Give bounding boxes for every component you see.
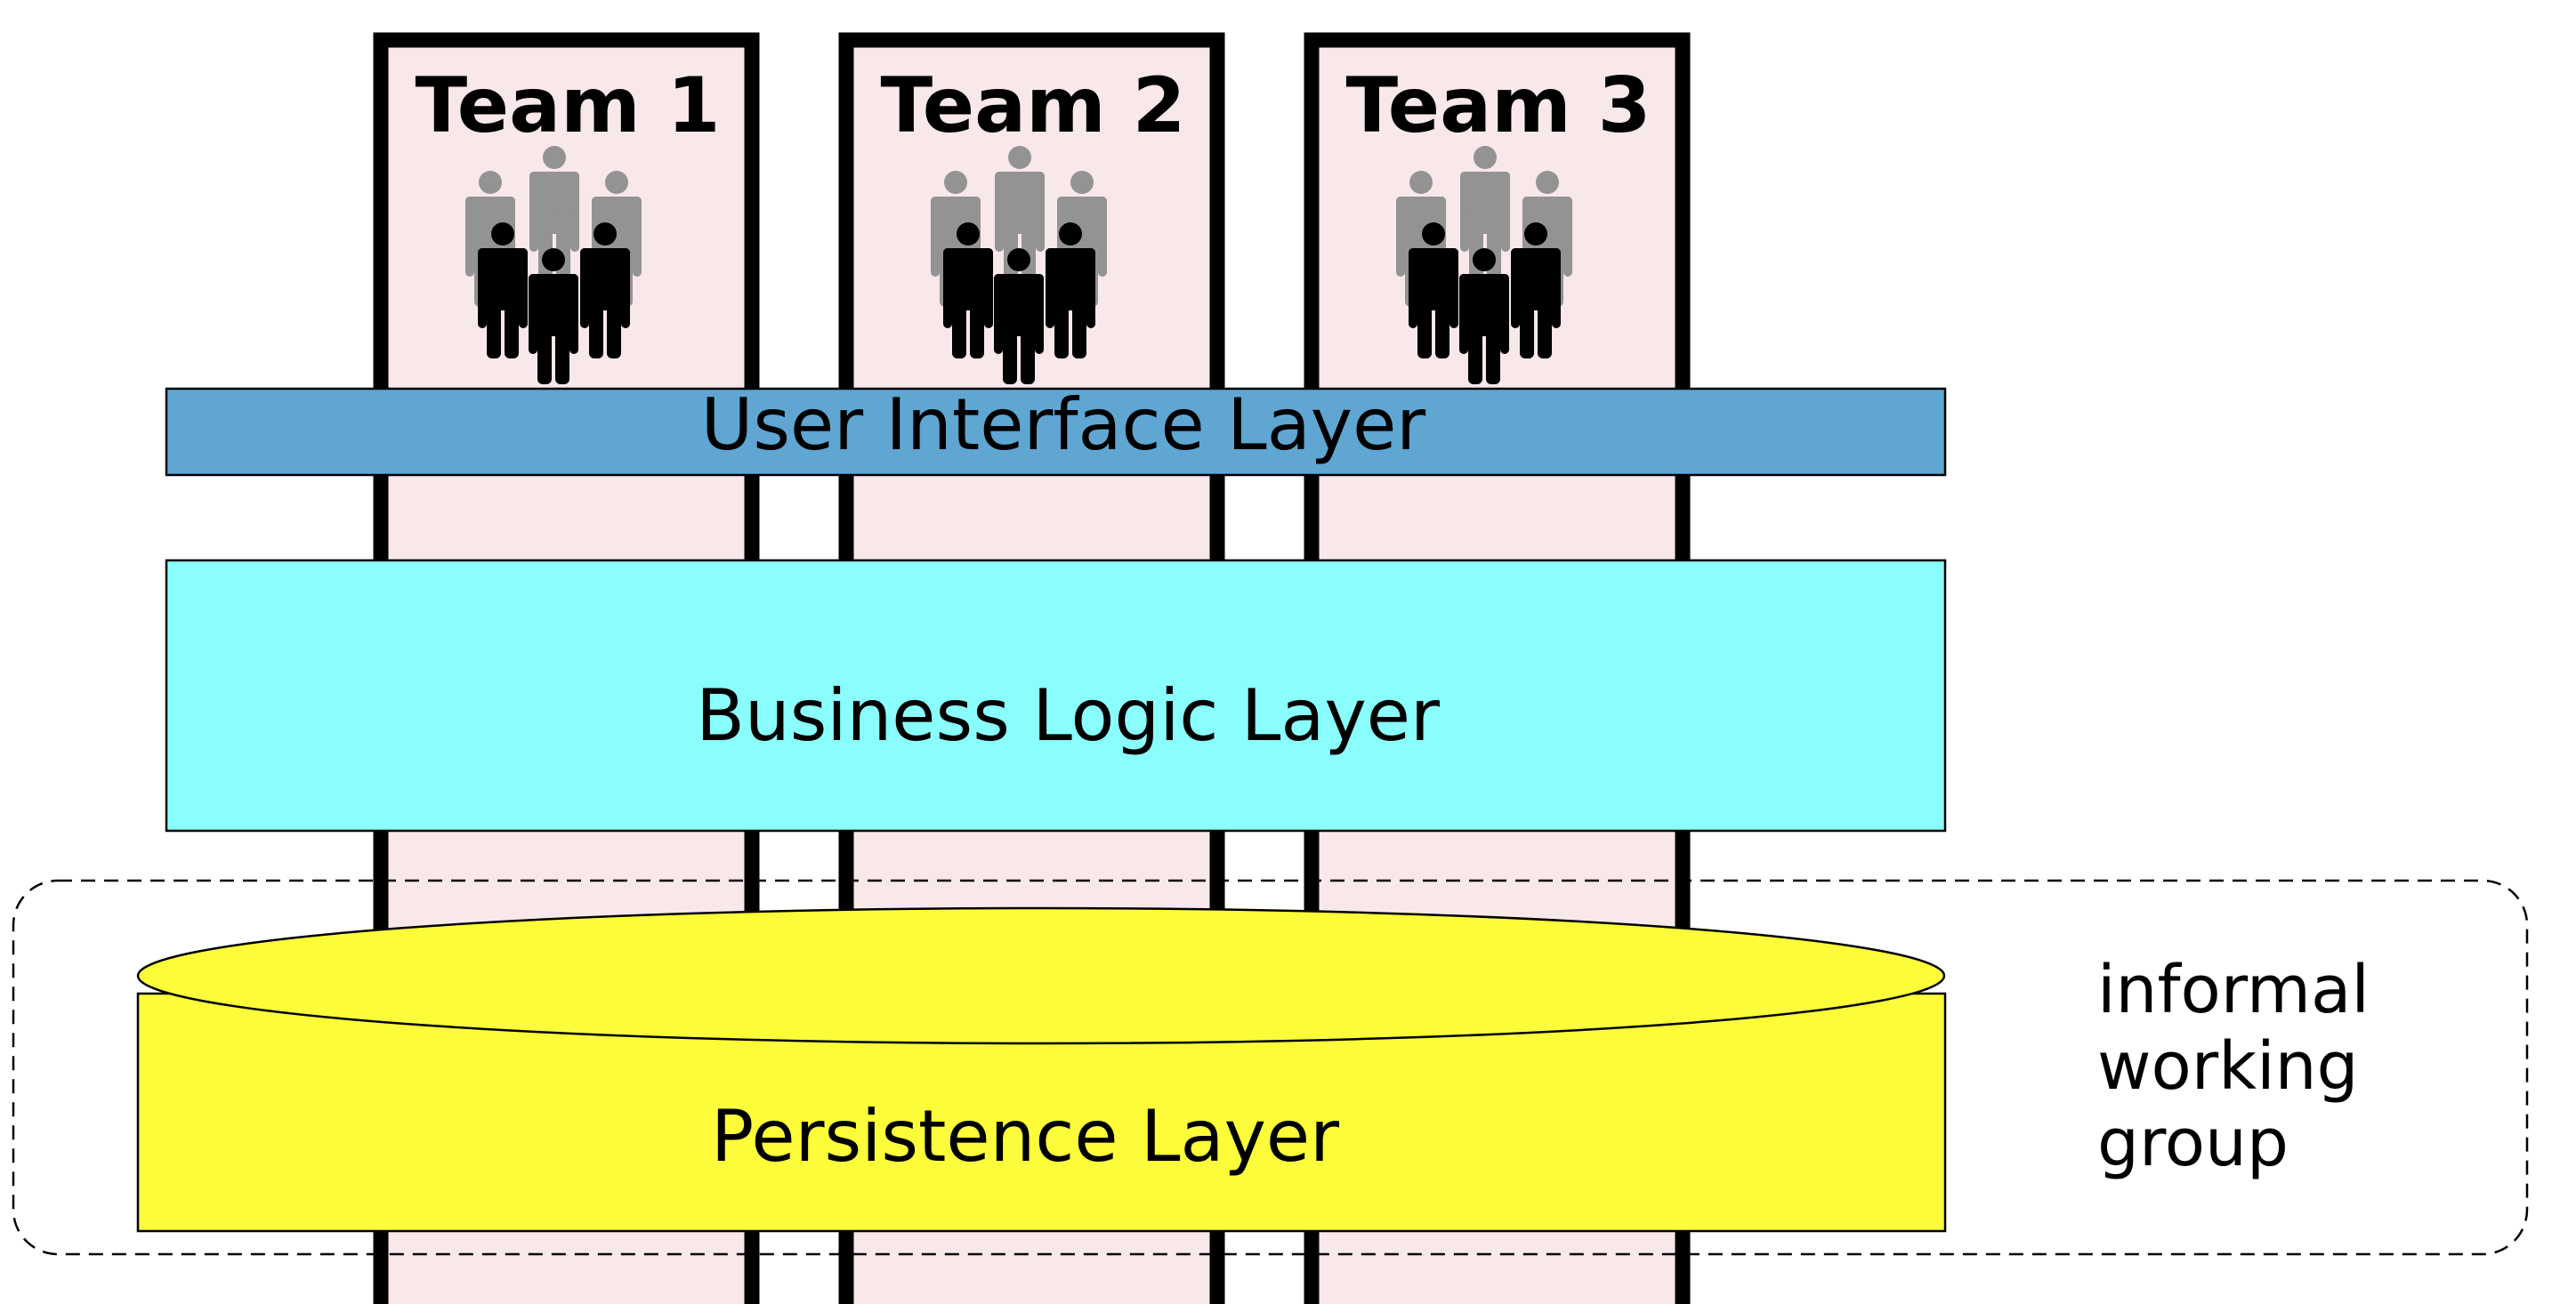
business-logic-layer-label: Business Logic Layer: [696, 674, 1440, 757]
team-3-label: Team 3: [1346, 61, 1651, 150]
working-group-label-line3: group: [2097, 1105, 2289, 1181]
team-2-label: Team 2: [881, 61, 1186, 150]
user-interface-layer-label: User Interface Layer: [701, 383, 1426, 466]
architecture-diagram: Team 1 Team 2 Team 3 User Interface Layer …: [12, 32, 2529, 1304]
working-group-label-line2: working: [2097, 1028, 2359, 1105]
persistence-layer-label: Persistence Layer: [711, 1095, 1339, 1178]
persistence-layer: [136, 906, 1947, 1233]
team-1-label: Team 1: [416, 61, 721, 150]
working-group-label-line1: informal: [2097, 952, 2370, 1028]
